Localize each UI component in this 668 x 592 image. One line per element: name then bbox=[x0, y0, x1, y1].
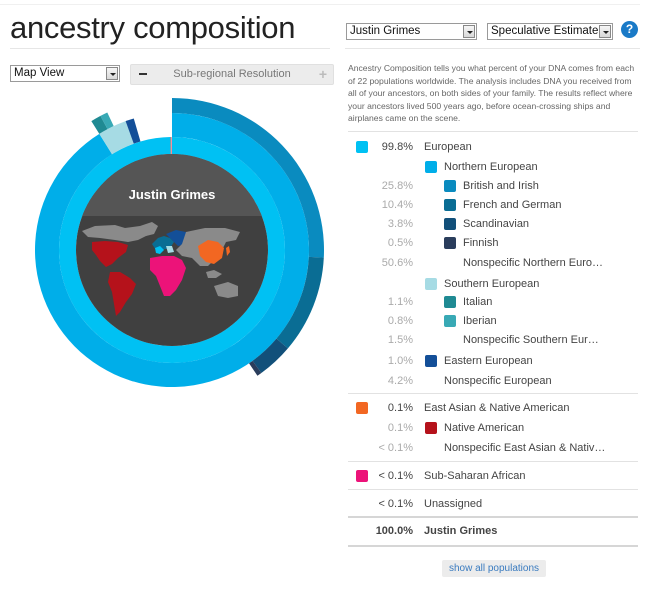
person-select-value: Justin Grimes bbox=[350, 25, 421, 37]
legend-percent: 0.8% bbox=[387, 315, 413, 327]
legend-row[interactable]: < 0.1% Sub-Saharan African bbox=[348, 467, 638, 485]
legend-label: Finnish bbox=[463, 237, 499, 249]
legend-row[interactable]: 3.8% Scandinavian bbox=[348, 215, 638, 233]
legend-row[interactable]: 99.8% European bbox=[348, 138, 638, 156]
legend-row[interactable]: Northern European bbox=[348, 158, 638, 176]
legend-row[interactable]: 1.1% Italian bbox=[348, 293, 638, 311]
title-divider bbox=[10, 48, 330, 49]
legend-row[interactable]: 4.2% Nonspecific European bbox=[348, 372, 638, 390]
legend-row[interactable]: 1.0% Eastern European bbox=[348, 352, 638, 370]
center-name-label: Justin Grimes bbox=[129, 187, 216, 202]
chevron-down-icon[interactable] bbox=[599, 25, 611, 38]
legend-label: Native American bbox=[444, 422, 525, 434]
legend-label: Eastern European bbox=[444, 355, 533, 367]
legend-swatch bbox=[444, 218, 456, 230]
legend-swatch bbox=[444, 315, 456, 327]
legend-label: Scandinavian bbox=[463, 218, 530, 230]
legend-swatch bbox=[356, 402, 368, 414]
help-icon[interactable]: ? bbox=[621, 21, 638, 38]
legend-label: European bbox=[424, 141, 472, 153]
increase-resolution-button[interactable]: + bbox=[319, 66, 327, 82]
legend-swatch bbox=[444, 237, 456, 249]
legend-separator bbox=[348, 516, 638, 518]
legend-label: Southern European bbox=[444, 278, 540, 290]
legend-label: Nonspecific European bbox=[444, 375, 552, 387]
legend-swatch bbox=[425, 355, 437, 367]
legend-separator bbox=[348, 393, 638, 394]
legend-row[interactable]: < 0.1% Nonspecific East Asian & Nativ… bbox=[348, 439, 638, 457]
legend-label: East Asian & Native American bbox=[424, 402, 570, 414]
person-select[interactable]: Justin Grimes bbox=[346, 23, 477, 40]
legend-percent: 99.8% bbox=[381, 141, 413, 153]
legend-swatch bbox=[356, 141, 368, 153]
estimate-select[interactable]: Speculative Estimate bbox=[487, 23, 613, 40]
legend-label: Unassigned bbox=[424, 498, 483, 510]
legend-separator bbox=[348, 461, 638, 462]
chevron-down-icon[interactable] bbox=[463, 25, 475, 38]
top-divider bbox=[0, 4, 640, 5]
legend-label: Sub-Saharan African bbox=[424, 470, 526, 482]
view-select[interactable]: Map View bbox=[10, 65, 120, 82]
legend-separator bbox=[348, 545, 638, 547]
legend-swatch bbox=[444, 296, 456, 308]
view-select-value: Map View bbox=[14, 67, 65, 79]
chevron-down-icon[interactable] bbox=[106, 67, 118, 80]
legend-row[interactable]: < 0.1% Unassigned bbox=[348, 495, 638, 513]
legend-swatch bbox=[444, 180, 456, 192]
legend-row[interactable]: 25.8% British and Irish bbox=[348, 177, 638, 195]
legend-percent: 1.1% bbox=[387, 296, 413, 308]
legend-swatch bbox=[425, 422, 437, 434]
legend-row[interactable]: 0.8% Iberian bbox=[348, 312, 638, 330]
legend-swatch bbox=[425, 278, 437, 290]
legend-row[interactable]: 50.6% Nonspecific Northern Euro… bbox=[348, 254, 638, 272]
legend-percent: 0.5% bbox=[387, 237, 413, 249]
legend-row[interactable]: 0.1% East Asian & Native American bbox=[348, 399, 638, 417]
legend-label: Northern European bbox=[444, 161, 538, 173]
legend-separator bbox=[348, 489, 638, 490]
legend-percent: 0.1% bbox=[387, 402, 413, 414]
legend-percent: 25.8% bbox=[381, 180, 413, 192]
legend-percent: 100.0% bbox=[375, 525, 413, 537]
legend-swatch bbox=[425, 161, 437, 173]
legend-row[interactable]: Southern European bbox=[348, 275, 638, 293]
header-divider bbox=[345, 48, 640, 49]
legend-label: Justin Grimes bbox=[424, 525, 498, 537]
ancestry-sunburst-chart: Justin Grimes bbox=[35, 98, 324, 387]
legend-label: Iberian bbox=[463, 315, 497, 327]
legend-divider bbox=[348, 131, 638, 132]
legend-percent: 4.2% bbox=[387, 375, 413, 387]
legend-percent: 3.8% bbox=[387, 218, 413, 230]
legend-label: Italian bbox=[463, 296, 493, 308]
legend-label: Nonspecific Southern Eur… bbox=[463, 334, 599, 346]
legend-row[interactable]: 0.1% Native American bbox=[348, 419, 638, 437]
legend-row[interactable]: 100.0% Justin Grimes bbox=[348, 522, 638, 540]
legend-percent: 0.1% bbox=[387, 422, 413, 434]
page-title: ancestry composition bbox=[10, 10, 296, 45]
legend-percent: 50.6% bbox=[381, 257, 413, 269]
estimate-select-value: Speculative Estimate bbox=[491, 25, 599, 37]
legend-percent: < 0.1% bbox=[378, 498, 413, 510]
resolution-control: Sub-regional Resolution + bbox=[130, 64, 334, 85]
legend-row[interactable]: 0.5% Finnish bbox=[348, 234, 638, 252]
legend-swatch bbox=[356, 470, 368, 482]
description-text: Ancestry Composition tells you what perc… bbox=[348, 63, 635, 123]
legend-label: Nonspecific East Asian & Nativ… bbox=[444, 442, 606, 454]
show-all-populations-button[interactable]: show all populations bbox=[442, 560, 546, 577]
resolution-label: Sub-regional Resolution bbox=[173, 68, 291, 80]
legend-label: Nonspecific Northern Euro… bbox=[463, 257, 604, 269]
legend-swatch bbox=[444, 199, 456, 211]
legend-percent: < 0.1% bbox=[378, 470, 413, 482]
legend-percent: 10.4% bbox=[381, 199, 413, 211]
legend-label: British and Irish bbox=[463, 180, 539, 192]
legend-label: French and German bbox=[463, 199, 562, 211]
legend-row[interactable]: 10.4% French and German bbox=[348, 196, 638, 214]
legend-percent: 1.5% bbox=[387, 334, 413, 346]
legend-percent: < 0.1% bbox=[378, 442, 413, 454]
legend-row[interactable]: 1.5% Nonspecific Southern Eur… bbox=[348, 331, 638, 349]
legend-percent: 1.0% bbox=[387, 355, 413, 367]
